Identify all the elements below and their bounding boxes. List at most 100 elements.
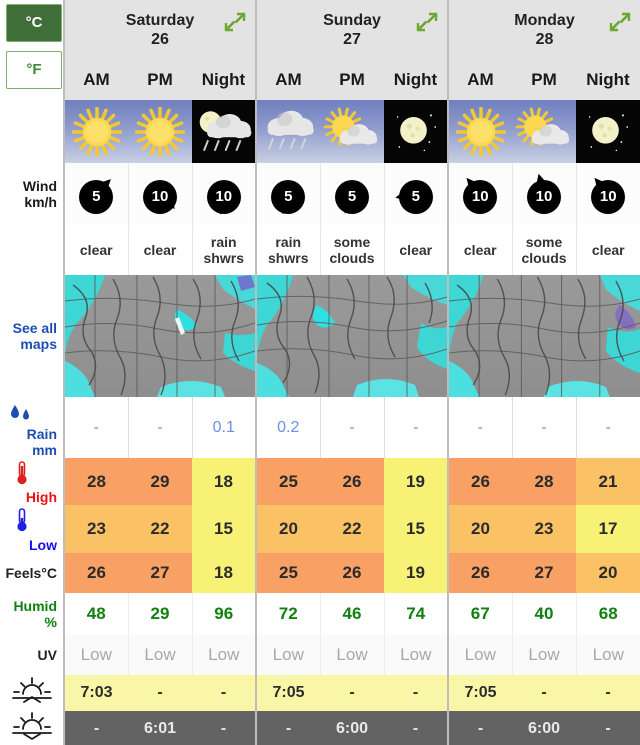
cloud-rain-glyph <box>267 110 314 149</box>
low-temp-value: 17 <box>576 505 640 553</box>
expand-icon[interactable] <box>224 11 246 33</box>
uv-value: Low <box>447 634 512 675</box>
humidity-value: 68 <box>575 592 640 635</box>
weather-description: some clouds <box>319 225 384 275</box>
day-header-sunday[interactable]: Sunday 27 <box>255 0 448 60</box>
wind-cell: 10 <box>511 163 576 225</box>
wind-speed-value: 10 <box>143 180 177 214</box>
day-header-saturday[interactable]: Saturday 26 <box>63 0 256 60</box>
rain-value: - <box>63 397 128 459</box>
wind-speed-value: 10 <box>591 180 626 214</box>
rain-value: 0.2 <box>255 397 320 459</box>
night-icon-background <box>384 100 447 163</box>
description-row: clear clear rain shwrs rain shwrs some clouds cl… <box>0 225 640 275</box>
wind-speed-value: 5 <box>79 180 114 214</box>
slot-header-sun-am: AM <box>255 60 320 100</box>
see-all-maps-link[interactable]: See all maps <box>0 275 64 397</box>
wind-indicator: 10 <box>132 168 188 220</box>
low-temp-row: Low 23 22 15 20 22 15 20 23 17 <box>0 505 640 553</box>
wind-label-text: Wind <box>22 177 57 194</box>
weather-icon-cell <box>192 100 256 163</box>
low-temp-value: 23 <box>512 505 576 553</box>
moon-glyph <box>588 113 628 151</box>
high-temp-value: 25 <box>255 458 320 506</box>
wind-cell: 5 <box>319 163 384 225</box>
weather-icon-cell <box>447 100 512 163</box>
weather-description: clear <box>63 225 128 275</box>
celsius-button[interactable]: °C <box>6 4 62 42</box>
feels-temp-value: 26 <box>320 552 384 593</box>
day-icon-background <box>257 100 320 163</box>
feels-temp-value: 19 <box>384 552 448 593</box>
humidity-value: 48 <box>63 592 128 635</box>
weather-icon-row <box>0 100 640 163</box>
uv-row: UV Low Low Low Low Low Low Low Low Low <box>0 634 640 675</box>
humidity-value: 72 <box>255 592 320 635</box>
map-thumbnail-sunday[interactable] <box>255 275 448 397</box>
humidity-row: Humid % 48 29 96 72 46 74 67 40 68 <box>0 592 640 635</box>
high-temp-value: 18 <box>192 458 256 506</box>
weather-map-image <box>257 275 447 397</box>
sunset-icon <box>0 710 64 745</box>
map-thumbnail-saturday[interactable] <box>63 275 256 397</box>
sunset-value: 6:00 <box>320 710 384 745</box>
weather-map-image <box>449 275 640 397</box>
wind-cell: 5 <box>383 163 448 225</box>
weather-description: clear <box>383 225 448 275</box>
sunrise-value: - <box>320 674 384 711</box>
feels-temp-value: 27 <box>512 552 576 593</box>
low-temp-value: 20 <box>255 505 320 553</box>
uv-value: Low <box>63 634 128 675</box>
wind-speed-value: 5 <box>398 180 433 214</box>
low-temp-value: 15 <box>384 505 448 553</box>
sunset-value: 6:00 <box>512 710 576 745</box>
humidity-unit-text: % <box>44 613 57 630</box>
weather-icon-cell <box>128 100 192 163</box>
sunrise-value: - <box>192 674 256 711</box>
day-header-row: °C °F Saturday 26 Sunday 27 Monday 28 <box>0 0 640 100</box>
feels-temp-value: 20 <box>576 552 640 593</box>
feels-temp-value: 27 <box>128 552 192 593</box>
sunset-row: -6:01- -6:00- -6:00- <box>0 710 640 745</box>
moon-rain-glyph <box>199 110 251 151</box>
wind-indicator: 5 <box>68 168 124 220</box>
fahrenheit-button[interactable]: °F <box>6 51 62 89</box>
wind-speed-value: 10 <box>206 180 241 214</box>
weather-description: clear <box>575 225 640 275</box>
slot-header-sun-night: Night <box>384 60 448 100</box>
wind-speed-value: 5 <box>271 180 306 214</box>
high-temp-value: 28 <box>63 458 128 506</box>
low-temp-value: 23 <box>63 505 128 553</box>
feels-temp-row: Feels°C 26 27 18 25 26 19 26 27 20 <box>0 552 640 593</box>
desc-row-label-spacer <box>0 225 64 275</box>
sunrise-value: 7:05 <box>255 674 320 711</box>
map-thumbnail-monday[interactable] <box>447 275 640 397</box>
sunset-value: - <box>255 710 320 745</box>
expand-icon[interactable] <box>609 11 631 33</box>
sun-glyph <box>71 106 122 157</box>
humidity-value: 96 <box>191 592 256 635</box>
wind-unit-text: km/h <box>24 194 57 210</box>
moon-glyph <box>396 113 436 151</box>
wind-cell: 10 <box>447 163 512 225</box>
rain-row: Rain mm - -0.1 0.2- - - - - <box>0 397 640 459</box>
rain-label: Rain mm <box>0 397 64 459</box>
wind-cell: 10 <box>575 163 640 225</box>
weather-icon-cell <box>63 100 128 163</box>
weather-description: rain shwrs <box>191 225 256 275</box>
wind-label: Wind km/h <box>0 163 64 225</box>
humidity-value: 67 <box>447 592 512 635</box>
sunrise-value: - <box>512 674 576 711</box>
expand-icon[interactable] <box>416 11 438 33</box>
raindrop-icon <box>8 403 34 426</box>
rain-value: - <box>127 397 192 459</box>
humidity-label-text: Humid <box>13 597 57 614</box>
unit-toggle-group: °C °F <box>0 0 64 100</box>
sunrise-value: 7:03 <box>63 674 128 711</box>
day-header-monday[interactable]: Monday 28 <box>447 0 640 60</box>
humidity-value: 40 <box>511 592 576 635</box>
slot-header-row: AM PM Night AM PM Night AM PM Night <box>0 60 640 100</box>
slot-header-sat-pm: PM <box>128 60 192 100</box>
feels-temp-value: 26 <box>447 552 512 593</box>
rain-value: - <box>575 397 640 459</box>
